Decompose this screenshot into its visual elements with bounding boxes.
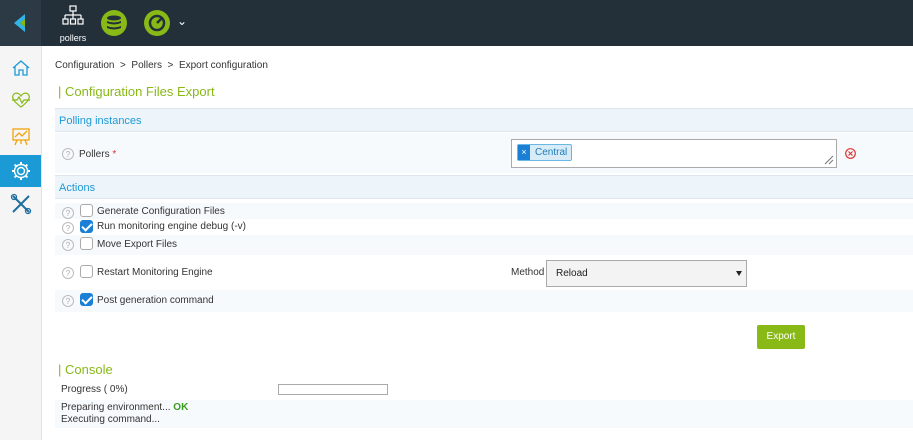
pollers-label: pollers [59, 33, 87, 43]
help-icon[interactable]: ? [62, 267, 74, 279]
action-row-move [55, 235, 913, 255]
configuration-icon[interactable] [0, 155, 41, 187]
pollers-icon [62, 5, 84, 25]
log-line-2: Executing command... [61, 414, 160, 425]
help-icon[interactable]: ? [62, 222, 74, 234]
method-label: Method [511, 267, 545, 278]
generate-config-label: Generate Configuration Files [97, 206, 225, 217]
move-export-checkbox[interactable] [80, 237, 93, 250]
restart-engine-checkbox[interactable] [80, 265, 93, 278]
top-bar: pollers ⌄ [0, 0, 913, 46]
remove-tag-icon[interactable]: × [518, 145, 530, 160]
log-line-1: Preparing environment... OK [61, 402, 189, 413]
resize-handle-icon[interactable] [824, 155, 834, 165]
reporting-icon[interactable] [0, 120, 41, 152]
run-debug-label: Run monitoring engine debug (-v) [97, 221, 246, 232]
home-icon[interactable] [0, 52, 41, 84]
move-export-label: Move Export Files [97, 239, 178, 250]
method-select[interactable]: Reload [546, 260, 747, 287]
administration-icon[interactable] [0, 188, 41, 220]
generate-config-checkbox[interactable] [80, 204, 93, 217]
progress-bar [278, 384, 388, 395]
run-debug-checkbox[interactable] [80, 220, 93, 233]
engine-status-icon[interactable] [143, 9, 171, 42]
help-icon[interactable]: ? [62, 207, 74, 219]
restart-engine-label: Restart Monitoring Engine [97, 267, 213, 278]
post-generation-checkbox[interactable] [80, 293, 93, 306]
help-icon[interactable]: ? [62, 148, 74, 160]
post-generation-label: Post generation command [97, 295, 214, 306]
polling-instances-header: Polling instances [55, 108, 913, 132]
export-button[interactable]: Export [757, 325, 805, 349]
chevron-down-icon[interactable]: ⌄ [177, 14, 187, 28]
poller-tag-label: Central [535, 147, 568, 158]
database-status-icon[interactable] [100, 10, 128, 41]
ok-status: OK [173, 402, 189, 413]
sidebar [0, 46, 42, 440]
pollers-multiselect[interactable]: × Central [511, 139, 837, 168]
centreon-logo[interactable] [0, 0, 41, 46]
progress-label: Progress ( 0%) [61, 384, 128, 395]
breadcrumb[interactable]: Configuration > Pollers > Export configu… [55, 60, 268, 71]
monitoring-icon[interactable] [0, 84, 41, 116]
help-icon[interactable]: ? [62, 239, 74, 251]
page-title: | Configuration Files Export [58, 84, 215, 99]
help-icon[interactable]: ? [62, 295, 74, 307]
pollers-label: Pollers * [79, 149, 117, 160]
poller-tag-central[interactable]: × Central [517, 144, 573, 161]
pollers-button[interactable]: pollers [55, 5, 91, 43]
dropdown-arrow-icon [736, 271, 742, 276]
required-mark: * [112, 149, 117, 160]
method-select-value: Reload [556, 268, 588, 279]
actions-header: Actions [55, 175, 913, 199]
console-title: | Console [58, 362, 113, 377]
clear-selection-icon[interactable] [845, 148, 856, 159]
